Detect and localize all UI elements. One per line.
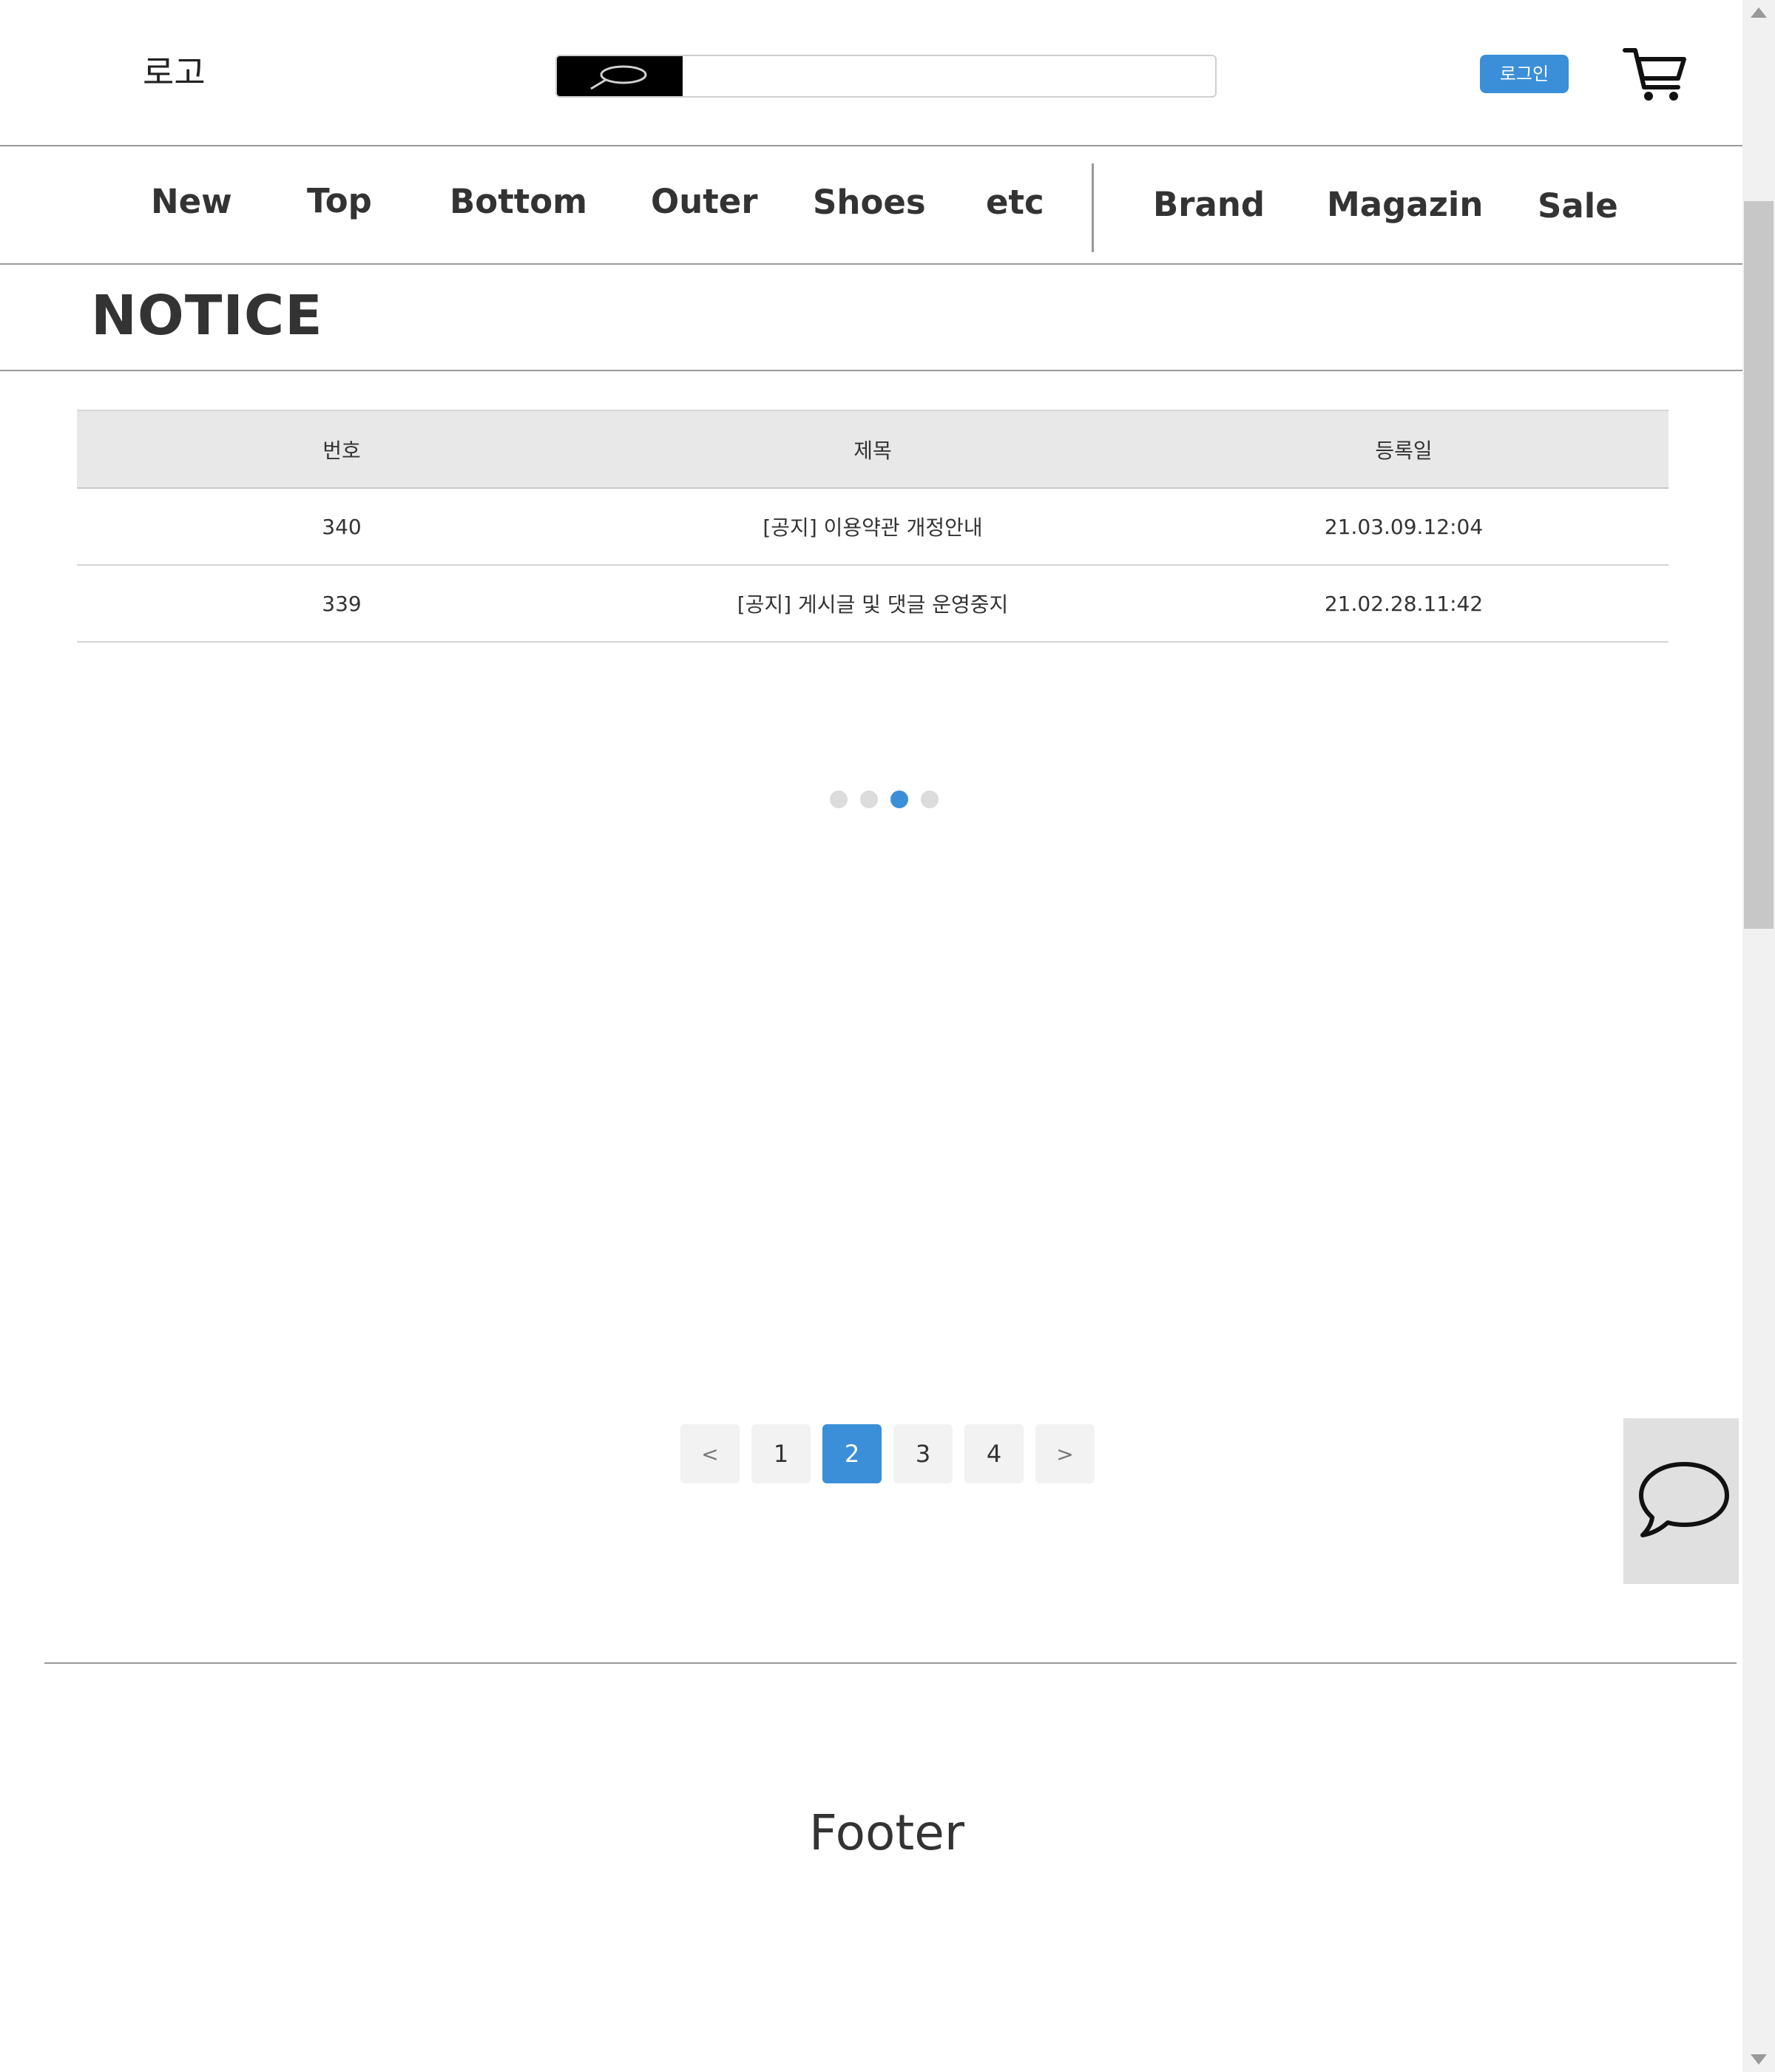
footer: Footer [809,1804,964,1861]
notice-table: 번호 제목 등록일 340 [공지] 이용약관 개정안내 21.03.09.12… [77,410,1668,643]
row-date: 21.02.28.11:42 [1324,591,1484,616]
nav-item-new[interactable]: New [151,182,232,221]
chat-button[interactable] [1623,1418,1739,1584]
pagination-page[interactable]: 2 [822,1424,882,1483]
carousel-dot[interactable] [921,790,939,808]
pagination-page[interactable]: 1 [751,1424,811,1483]
nav-item-brand[interactable]: Brand [1153,185,1265,224]
nav-divider [1092,163,1094,252]
row-number: 340 [322,514,362,539]
footer-divider [44,1662,1737,1664]
scrollbar-thumb[interactable] [1744,201,1774,929]
search-bar [555,55,1217,98]
page: 로고 로그인 New Top Bottom Outer Shoes etc Br… [0,0,1742,2072]
nav-item-magazin[interactable]: Magazin [1327,185,1483,224]
scroll-up-arrow-icon[interactable] [1751,7,1767,18]
carousel-dot[interactable] [830,790,848,808]
pagination-next-button[interactable]: > [1035,1424,1095,1483]
column-header-subject: 제목 [853,438,892,463]
carousel-dot[interactable] [890,790,908,808]
header-divider [0,145,1742,146]
pagination-page[interactable]: 3 [893,1424,953,1483]
login-button[interactable]: 로그인 [1480,55,1569,93]
cart-button[interactable] [1622,44,1688,106]
search-input[interactable] [684,56,1215,96]
title-divider [0,370,1742,371]
nav-item-etc[interactable]: etc [986,183,1044,222]
carousel-dot[interactable] [860,790,878,808]
nav-item-bottom[interactable]: Bottom [450,182,587,221]
search-button[interactable] [557,56,683,96]
column-header-date: 등록일 [1375,438,1433,463]
pagination-prev-button[interactable]: < [680,1424,740,1483]
table-row[interactable]: 340 [공지] 이용약관 개정안내 21.03.09.12:04 [77,489,1668,566]
nav-item-sale[interactable]: Sale [1538,186,1618,226]
logo[interactable]: 로고 [143,46,206,95]
chat-icon [1639,1462,1729,1537]
column-header-number: 번호 [322,438,361,463]
nav-item-outer[interactable]: Outer [651,182,758,221]
scroll-down-arrow-icon[interactable] [1751,2054,1767,2065]
search-icon [590,65,647,90]
page-title: NOTICE [91,284,323,348]
nav-item-top[interactable]: Top [307,181,372,220]
pagination-page[interactable]: 4 [964,1424,1024,1483]
nav-item-shoes[interactable]: Shoes [813,183,926,222]
vertical-scrollbar[interactable] [1742,0,1775,2072]
row-subject-link[interactable]: [공지] 게시글 및 댓글 운영중지 [606,566,1139,641]
row-number: 339 [322,591,362,616]
nav-divider-bottom [0,263,1742,265]
row-date: 21.03.09.12:04 [1324,514,1484,539]
row-subject-link[interactable]: [공지] 이용약관 개정안내 [606,489,1139,564]
cart-icon [1623,48,1686,101]
table-row[interactable]: 339 [공지] 게시글 및 댓글 운영중지 21.02.28.11:42 [77,566,1668,643]
table-header: 번호 제목 등록일 [77,410,1668,489]
